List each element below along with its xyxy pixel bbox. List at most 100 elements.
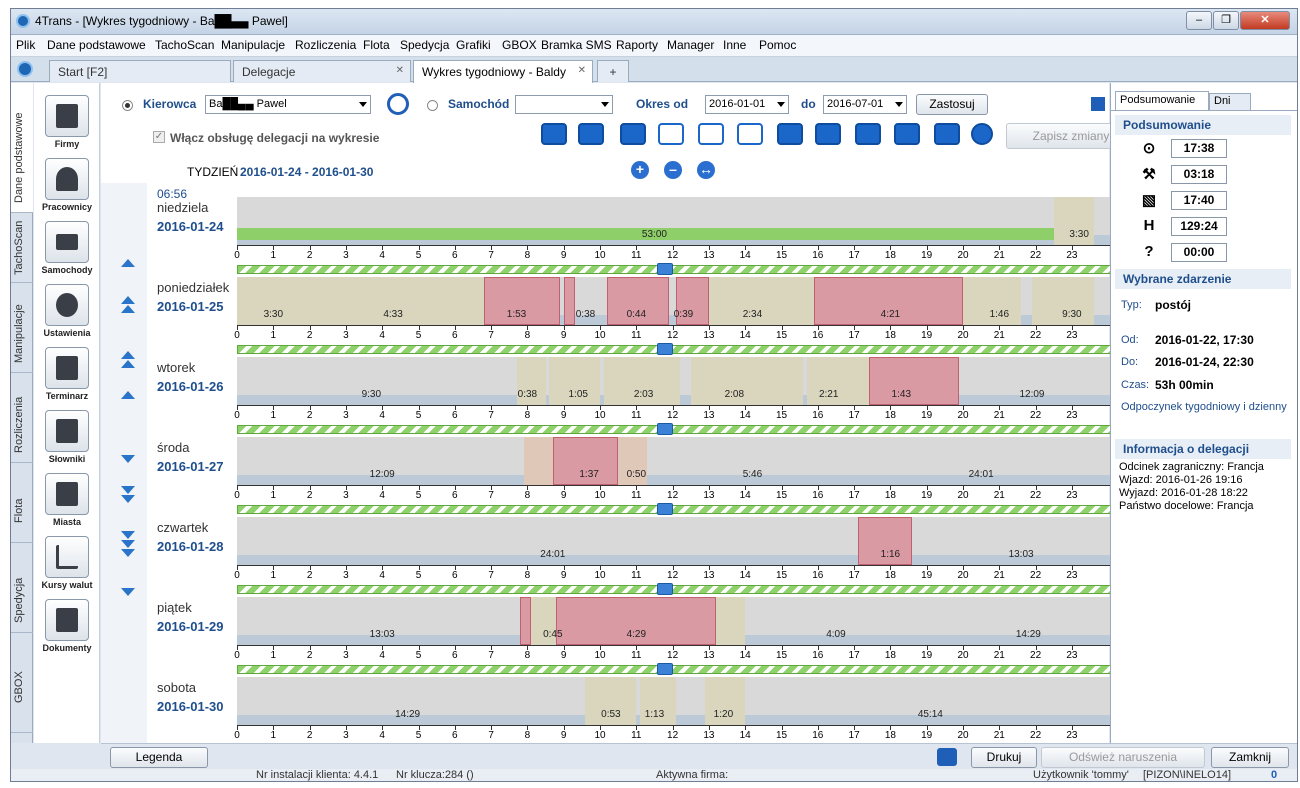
day-row[interactable]: niedziela 2016-01-24 53:00 3:30 0 1 2 3 4 5 6 7 8 9 10… [101, 179, 1111, 261]
menu-spedycja[interactable]: Spedycja [400, 38, 449, 52]
tab-start[interactable]: Start [F2] [49, 60, 231, 82]
border-right-icon[interactable] [698, 123, 724, 145]
zoom-in-icon[interactable]: + [631, 161, 649, 179]
day-timeline[interactable]: 9:30 0:38 1:05 2:03 2:08 2:21 1:43 12:09 0 1 2 3 4 5 6… [234, 339, 1111, 421]
tab-dni[interactable]: Dni [1209, 93, 1251, 110]
briefcase-icon[interactable] [657, 343, 674, 355]
border-up-icon[interactable] [658, 123, 684, 145]
day-row[interactable]: sobota 2016-01-30 14:29 0:53 1:13 1:20 45:14 0 1… [101, 659, 1111, 741]
vehicle-select[interactable] [515, 95, 613, 114]
delegation-band[interactable] [237, 505, 1111, 514]
day-row[interactable]: piątek 2016-01-29 13:03 0:45 4:29 4:09 14:29 0 1… [101, 579, 1111, 661]
menu-flota[interactable]: Flota [363, 38, 390, 52]
home-plus-icon[interactable] [578, 123, 604, 145]
driver-select[interactable]: Ba██▄▄ Pawel [205, 95, 371, 114]
refresh-violations-button[interactable]: Odśwież naruszenia [1041, 747, 1205, 768]
zoom-out-icon[interactable]: – [664, 161, 682, 179]
home-logo-icon[interactable] [17, 61, 33, 77]
activity-drive[interactable] [520, 597, 531, 645]
driver-clock-icon[interactable] [387, 93, 409, 115]
apply-button[interactable]: Zastosuj [916, 94, 988, 115]
delegation-band[interactable] [237, 585, 1111, 594]
driver-radio[interactable] [122, 100, 133, 111]
briefcase-icon[interactable] [657, 583, 674, 595]
briefcase-icon[interactable] [657, 263, 674, 275]
day-timeline[interactable]: 12:09 1:37 0:50 5:46 24:01 0 1 2 3 4 5 6 7 8 9 10 11 12 13… [234, 419, 1111, 501]
vtab-flota[interactable]: Flota [11, 463, 33, 543]
print-button[interactable]: Drukuj [971, 747, 1037, 768]
close-tab-icon[interactable]: ✕ [578, 65, 586, 76]
briefcase-icon[interactable] [657, 663, 674, 675]
info-icon[interactable] [971, 123, 993, 145]
ustawienia-button[interactable] [45, 284, 89, 326]
tab-wykres-tygodniowy[interactable]: Wykres tygodniowy - Baldy ✕ [413, 60, 593, 83]
vehicle-radio[interactable] [427, 100, 438, 111]
briefcase-icon[interactable] [657, 423, 674, 435]
menu-pomoc[interactable]: Pomoc [759, 38, 796, 52]
day-timeline[interactable]: 14:29 0:53 1:13 1:20 45:14 0 1 2 3 4 5 6 7 8 9 10 11 12 13… [234, 659, 1111, 741]
date-from-select[interactable]: 2016-01-01 [705, 95, 789, 114]
day-row[interactable]: środa 2016-01-27 12:09 1:37 0:50 5:46 24:01 0 1 2… [101, 419, 1111, 501]
close-window-button[interactable]: ✕ [1240, 11, 1290, 30]
terminarz-button[interactable] [45, 347, 89, 389]
dokumenty-button[interactable] [45, 599, 89, 641]
day-row[interactable]: czwartek 2016-01-28 24:01 1:16 13:03 0 1 2 3 4 5 6 7… [101, 499, 1111, 581]
gbox-import-icon[interactable] [855, 123, 881, 145]
day-row[interactable]: wtorek 2016-01-26 9:30 0:38 1:05 2:03 2:08 2:21… [101, 339, 1111, 421]
menu-gbox[interactable]: GBOX [502, 38, 537, 52]
menu-raporty[interactable]: Raporty [616, 38, 658, 52]
vtab-gbox[interactable]: GBOX [11, 633, 33, 733]
menu-inne[interactable]: Inne [723, 38, 746, 52]
delegation-band[interactable] [237, 665, 1111, 674]
delegation-band[interactable] [237, 345, 1111, 354]
vtab-manipulacje[interactable]: Manipulacje [11, 283, 33, 373]
menu-dane-podstawowe[interactable]: Dane podstawowe [47, 38, 146, 52]
zoom-fit-icon[interactable]: ↔ [697, 161, 715, 179]
restore-button[interactable]: ❐ [1213, 11, 1239, 30]
home-delete-icon[interactable] [620, 123, 646, 145]
legend-button[interactable]: Legenda [110, 747, 208, 768]
menu-tachoscan[interactable]: TachoScan [155, 38, 214, 52]
print-settings-icon[interactable] [937, 748, 957, 766]
day-timeline[interactable]: 3:30 4:33 1:53 0:38 0:44 0:39 2:34 4:21 1:46 9:30… [234, 259, 1111, 341]
tab-podsumowanie[interactable]: Podsumowanie [1115, 91, 1209, 110]
activity-work[interactable] [523, 437, 553, 485]
border-down-icon[interactable] [737, 123, 763, 145]
samochody-button[interactable] [45, 221, 89, 263]
close-tab-icon[interactable]: ✕ [396, 65, 404, 76]
tab-delegacje[interactable]: Delegacje ✕ [233, 60, 411, 82]
bed-plus-icon[interactable] [777, 123, 803, 145]
menu-grafiki[interactable]: Grafiki [456, 38, 491, 52]
day-row[interactable]: poniedziałek 2016-01-25 3:30 4:33 1:53 0:38 0:… [101, 259, 1111, 341]
gbox-icon[interactable] [894, 123, 920, 145]
pracownicy-button[interactable] [45, 158, 89, 200]
firmy-button[interactable] [45, 95, 89, 137]
minimize-button[interactable]: – [1186, 11, 1212, 30]
day-timeline[interactable]: 13:03 0:45 4:29 4:09 14:29 0 1 2 3 4 5 6 7 8 9 10 11 12 13… [234, 579, 1111, 661]
miasta-button[interactable] [45, 473, 89, 515]
day-timeline[interactable]: 24:01 1:16 13:03 0 1 2 3 4 5 6 7 8 9 10 11 12 13 14 15 16 17… [234, 499, 1111, 581]
menu-rozliczenia[interactable]: Rozliczenia [295, 38, 356, 52]
slowniki-button[interactable] [45, 410, 89, 452]
menu-manipulacje[interactable]: Manipulacje [221, 38, 285, 52]
activity-avail[interactable] [716, 597, 746, 645]
menu-plik[interactable]: Plik [16, 38, 35, 52]
menu-bramka-sms[interactable]: Bramka SMS [541, 38, 612, 52]
delegation-band[interactable] [237, 425, 1111, 434]
save-changes-button[interactable]: Zapisz zmiany [1006, 123, 1112, 149]
settings-home-icon[interactable] [934, 123, 960, 145]
menu-manager[interactable]: Manager [667, 38, 714, 52]
close-button[interactable]: Zamknij [1211, 747, 1289, 768]
kursy-walut-button[interactable] [45, 536, 89, 578]
day-timeline[interactable]: 53:00 3:30 0 1 2 3 4 5 6 7 8 9 10 11 12 13 14 15 16 17 18 19 2… [234, 179, 1111, 261]
vtab-spedycja[interactable]: Spedycja [11, 543, 33, 633]
chart-settings-icon[interactable] [1091, 97, 1105, 111]
date-to-select[interactable]: 2016-07-01 [823, 95, 907, 114]
card-reader-icon[interactable] [815, 123, 841, 145]
delegation-band[interactable] [237, 265, 1111, 274]
briefcase-icon[interactable] [657, 503, 674, 515]
delegation-checkbox[interactable]: ✓ [153, 131, 165, 143]
vtab-rozliczenia[interactable]: Rozliczenia [11, 373, 33, 463]
vtab-dane-podstawowe[interactable]: Dane podstawowe [11, 83, 33, 213]
vtab-tachoscan[interactable]: TachoScan [11, 213, 33, 283]
